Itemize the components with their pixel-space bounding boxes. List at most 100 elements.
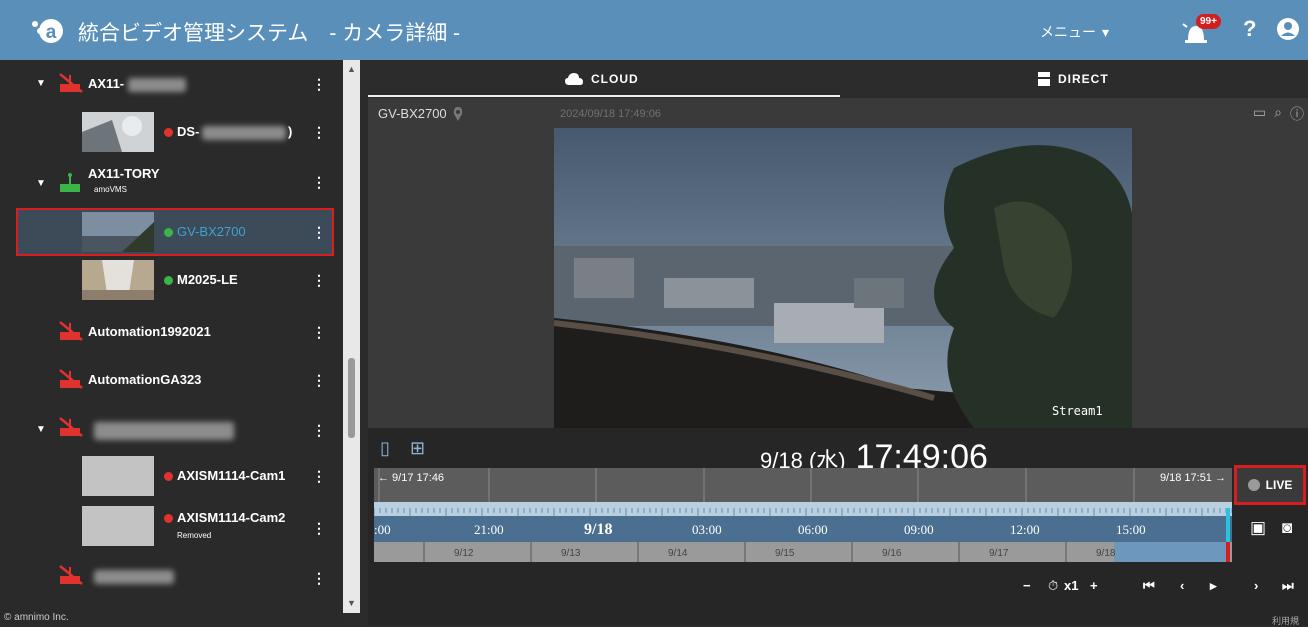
timeline-day-label[interactable]: 9/13 <box>561 548 581 559</box>
fullscreen-icon[interactable]: ▭ <box>1253 104 1266 124</box>
kebab-menu-icon[interactable]: ⋮ <box>312 570 326 587</box>
tree-item-automation1992021[interactable]: Automation1992021 ⋮ <box>0 320 343 344</box>
gateway-offline-icon <box>59 321 83 341</box>
tab-direct[interactable]: DIRECT <box>1038 72 1109 86</box>
live-status-dot <box>1247 479 1260 491</box>
tree-item-sublabel: Removed <box>177 531 212 540</box>
play-icon[interactable]: ▸ <box>1210 578 1217 594</box>
camera-name: GV-BX2700 <box>378 106 463 121</box>
camera-thumbnail <box>82 112 154 152</box>
info-icon[interactable]: ⓘ <box>1290 104 1304 124</box>
camera-name-label: GV-BX2700 <box>378 106 447 121</box>
timeline-day-label[interactable]: 9/12 <box>454 548 474 559</box>
tree-item-camera[interactable]: M2025-LE ⋮ <box>0 260 343 300</box>
tree-item-ax11-tory[interactable]: ▼ AX11-TORY amoVMS ⋮ <box>0 166 343 198</box>
timeline-hour-label: 9/18 <box>584 521 612 538</box>
kebab-menu-icon[interactable]: ⋮ <box>312 520 326 537</box>
kebab-menu-icon[interactable]: ⋮ <box>312 422 326 439</box>
tree-item-suffix: ) <box>288 124 293 139</box>
kebab-menu-icon[interactable]: ⋮ <box>312 76 326 93</box>
clipboard-icon[interactable]: ▯ <box>380 438 390 459</box>
tree-item-label: DS- <box>177 124 200 139</box>
step-forward-icon[interactable]: › <box>1254 578 1258 593</box>
sidebar-scrollbar[interactable]: ▲ ▼ <box>343 60 360 613</box>
tree-item-label: AutomationGA323 <box>88 372 202 387</box>
status-dot <box>164 228 173 237</box>
redacted-text <box>94 422 234 440</box>
tab-cloud[interactable]: CLOUD <box>565 72 639 86</box>
caret-down-icon: ▾ <box>1102 23 1110 40</box>
cloud-icon <box>565 73 583 85</box>
skip-to-start-icon[interactable]: ⏮ <box>1143 578 1155 594</box>
kebab-menu-icon[interactable]: ⋮ <box>312 224 326 241</box>
caret-down-icon[interactable]: ▼ <box>36 424 46 435</box>
speed-increase-button[interactable]: + <box>1090 578 1098 593</box>
scroll-down-icon[interactable]: ▼ <box>347 598 356 608</box>
timeline-hour-label: 03:00 <box>692 522 722 537</box>
speed-decrease-button[interactable]: − <box>1023 578 1031 593</box>
gateway-offline-icon <box>59 565 83 585</box>
tree-item-label: AXISM1114-Cam1 <box>177 468 286 483</box>
tree-item-camera[interactable]: DS- ) ⋮ <box>0 112 343 152</box>
tree-item-gateway[interactable]: ⋮ <box>0 564 343 588</box>
page-title: 統合ビデオ管理システム - カメラ詳細 - <box>78 22 461 45</box>
kebab-menu-icon[interactable]: ⋮ <box>312 174 326 191</box>
timeline-day-label[interactable]: 9/14 <box>668 548 688 559</box>
caret-down-icon[interactable]: ▼ <box>36 78 46 89</box>
playback-speed-value: x1 <box>1064 578 1079 593</box>
camera-snapshot-icon[interactable]: ◙ <box>1282 518 1292 538</box>
active-tab-underline <box>368 95 840 97</box>
step-back-icon[interactable]: ‹ <box>1180 578 1184 593</box>
tree-item-automationga323[interactable]: AutomationGA323 ⋮ <box>0 368 343 392</box>
kebab-menu-icon[interactable]: ⋮ <box>312 372 326 389</box>
camera-thumbnail <box>82 456 154 496</box>
camera-thumbnail <box>82 506 154 546</box>
status-dot <box>164 276 173 285</box>
range-end-label[interactable]: 9/18 17:51 → <box>1160 472 1226 484</box>
skip-to-end-icon[interactable]: ⏭ <box>1282 578 1294 594</box>
redacted-text <box>128 78 186 92</box>
user-account-icon[interactable] <box>1276 17 1300 41</box>
terms-link[interactable]: 利用規 <box>1272 614 1299 627</box>
alert-count-badge: 99+ <box>1196 14 1221 29</box>
tree-item-camera[interactable]: AXISM1114-Cam2 Removed ⋮ <box>0 506 343 546</box>
zoom-icon[interactable]: ⌕ <box>1274 104 1282 124</box>
svg-text:a: a <box>46 22 57 43</box>
timeline-day-label[interactable]: 9/15 <box>775 548 795 559</box>
recording-timeline[interactable]: ← 9/17 17:46 9/18 17:51 → :00 21:00 9/18 03… <box>374 468 1232 562</box>
timeline-day-label[interactable]: 9/17 <box>989 548 1009 559</box>
live-button[interactable]: LIVE <box>1234 465 1306 505</box>
tree-item-camera[interactable]: AXISM1114-Cam1 ⋮ <box>0 456 343 496</box>
kebab-menu-icon[interactable]: ⋮ <box>312 272 326 289</box>
timeline-day-label[interactable]: 9/16 <box>882 548 902 559</box>
help-button[interactable]: ? <box>1243 16 1256 42</box>
kebab-menu-icon[interactable]: ⋮ <box>312 324 326 341</box>
main-menu-button[interactable]: メニュー ▾ <box>1040 22 1109 42</box>
tree-item-label: AX11- <box>88 76 125 91</box>
tree-item-label: GV-BX2700 <box>177 224 246 239</box>
gateway-online-icon <box>60 173 80 192</box>
status-dot <box>164 472 173 481</box>
tree-item-sublabel: amoVMS <box>94 185 127 194</box>
calendar-icon[interactable]: ▣ <box>1250 518 1266 538</box>
recorder-icon <box>1038 72 1050 86</box>
tree-item-label: AXISM1114-Cam2 <box>177 510 286 525</box>
range-start-label[interactable]: ← 9/17 17:46 <box>378 472 444 484</box>
scroll-up-icon[interactable]: ▲ <box>347 64 356 74</box>
tree-item-ax11[interactable]: ▼ AX11- ⋮ <box>0 72 343 96</box>
tree-item-gateway[interactable]: ▼ ⋮ <box>0 416 343 440</box>
kebab-menu-icon[interactable]: ⋮ <box>312 124 326 141</box>
kebab-menu-icon[interactable]: ⋮ <box>312 468 326 485</box>
timeline-day-label[interactable]: 9/18 <box>1096 548 1116 559</box>
amnimo-logo-icon: a <box>32 19 63 43</box>
clipboard-add-icon[interactable]: ⊞ <box>410 438 425 459</box>
scrollbar-thumb[interactable] <box>348 358 355 438</box>
live-video-frame[interactable] <box>554 128 1132 428</box>
redacted-text <box>202 126 286 140</box>
playback-speed-icon: ⏱ <box>1048 578 1059 593</box>
caret-down-icon[interactable]: ▼ <box>36 178 46 189</box>
timeline-hour-label: 21:00 <box>474 522 504 537</box>
live-label: LIVE <box>1265 478 1293 492</box>
tree-item-camera-selected[interactable]: GV-BX2700 ⋮ <box>0 212 343 252</box>
location-pin-icon[interactable] <box>453 106 463 121</box>
